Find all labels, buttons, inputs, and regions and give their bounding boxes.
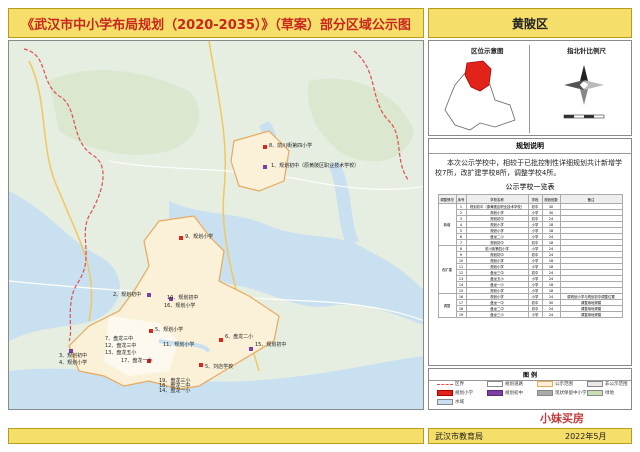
footer-left xyxy=(8,428,424,444)
legend-swatch xyxy=(437,383,453,385)
legend-item: 水域 xyxy=(437,399,464,405)
school-marker xyxy=(149,329,153,333)
map-label-school-4: 4、规划小学 xyxy=(59,360,88,366)
legend-item: 区界 xyxy=(437,381,464,387)
table-cell: 盘龙三小 xyxy=(465,311,529,318)
legend-swatch xyxy=(537,390,553,396)
map-label-school-6: 6、盘龙二小 xyxy=(225,334,254,340)
table-header-cell: 调整情况 xyxy=(437,194,457,204)
title-bar: 《武汉市中小学布局规划（2020-2035）》（草案）部分区域公示图 xyxy=(8,8,424,38)
table-header-cell: 序号 xyxy=(455,194,467,204)
legend-label: 区界 xyxy=(455,382,464,387)
legend-label: 规划初中 xyxy=(505,391,523,396)
legend-item: 规划道路 xyxy=(487,381,523,387)
map-label-school-7: 7、盘龙三中 xyxy=(105,336,134,342)
legend-label: 规划道路 xyxy=(505,382,523,387)
table-body: 新增 1 规划初中（原黄陂区职业技术学校） 初中 30 2 规划小学 小学 30 3 规划初中 初中 2… xyxy=(437,203,623,318)
panel-divider xyxy=(529,45,530,133)
table-header-cell: 学校名称 xyxy=(465,194,529,204)
table-cell: 小学 xyxy=(527,311,543,318)
legend-heading: 图 例 xyxy=(429,369,631,381)
school-marker xyxy=(199,363,203,367)
map-label-school-3: 3、规划初中 xyxy=(59,353,88,359)
school-marker xyxy=(147,293,151,297)
map-label-school-9: 9、规划小学 xyxy=(185,234,214,240)
legend-item: 公示范围 xyxy=(537,381,573,387)
table-cell: 24 xyxy=(541,311,561,318)
district-title-bar: 黄陂区 xyxy=(428,8,632,38)
legend-label: 公示范围 xyxy=(555,382,573,387)
legend-label: 水域 xyxy=(455,400,464,405)
plan-heading: 规划说明 xyxy=(429,141,631,154)
district-name: 黄陂区 xyxy=(511,16,548,31)
district-map: 8、前川街第四小学 1、规划初中（原黄陂区职业技术学校） 9、规划小学 2、规划… xyxy=(8,40,424,410)
footer-right: 武汉市教育局 2022年5月 xyxy=(428,428,632,444)
table-group-cell: 调整 xyxy=(437,293,457,318)
school-marker xyxy=(263,145,267,149)
legend-item: 规划小学 xyxy=(437,390,473,396)
location-map-graphic xyxy=(444,60,516,131)
map-label-school-12: 12、盘龙三中 xyxy=(105,343,137,349)
location-panel: 区位示意图 指北针比例尺 xyxy=(428,40,632,136)
table-header-cell: 学段 xyxy=(527,194,543,204)
legend-swatch xyxy=(487,390,503,396)
map-label-school-10: 10、规划初中 xyxy=(167,295,199,301)
map-label-school-16: 16、规划小学 xyxy=(164,303,196,309)
legend-swatch xyxy=(537,381,553,387)
map-label-school-2: 2、规划初中 xyxy=(113,292,142,298)
school-marker xyxy=(219,338,223,342)
legend-swatch xyxy=(487,381,503,387)
table-title: 公示学校一览表 xyxy=(505,183,555,191)
footer-date: 2022年5月 xyxy=(565,432,607,441)
school-marker xyxy=(263,165,267,169)
table-header-cell: 规划班数 xyxy=(541,194,561,204)
map-label-school-5: 5、规划小学 xyxy=(155,327,184,333)
map-label-school-15: 15、规划初中 xyxy=(255,342,287,348)
legend-panel: 图 例 区界 规划道路 公示范围 非公示范围规划小学 规划初中 现状保留中小学 绿地水域 xyxy=(428,368,632,410)
legend-item: 绿地 xyxy=(587,390,614,396)
legend-swatch xyxy=(587,381,603,387)
map-label-school-20: 5、刘店学校 xyxy=(205,364,234,370)
table-group-cell: 改扩建 xyxy=(437,245,457,294)
table-cell: 调整用地规模 xyxy=(559,311,623,318)
table-row: 19 盘龙三小 小学 24 调整用地规模 xyxy=(438,311,623,318)
map-label-school-13: 13、盘龙五小 xyxy=(105,350,137,356)
legend-swatch xyxy=(437,399,453,405)
school-marker xyxy=(179,236,183,240)
map-label-school-8: 8、前川街第四小学 xyxy=(269,143,313,149)
legend-swatch xyxy=(587,390,603,396)
map-label-school-14: 14、盘龙一小 xyxy=(159,388,191,394)
table-header-cell: 备注 xyxy=(559,194,623,204)
legend-label: 绿地 xyxy=(605,391,614,396)
map-label-school-11: 11、规划小学 xyxy=(163,342,195,348)
legend-item: 规划初中 xyxy=(487,390,523,396)
compass-label: 指北针比例尺 xyxy=(567,47,606,55)
table-group-cell: 新增 xyxy=(437,203,457,246)
legend-item: 非公示范围 xyxy=(587,381,628,387)
table-header-row: 调整情况 序号 学校名称 学段 规划班数 备注 xyxy=(437,194,623,204)
page-title: 《武汉市中小学布局规划（2020-2035）》（草案）部分区域公示图 xyxy=(21,17,411,33)
legend-label: 非公示范围 xyxy=(605,382,628,387)
compass-icon xyxy=(563,65,605,119)
table-cell: 规划初中（原黄陂区职业技术学校） xyxy=(465,203,529,210)
footer-org: 武汉市教育局 xyxy=(435,432,483,441)
legend-item: 现状保留中小学 xyxy=(537,390,587,396)
school-table: 调整情况 序号 学校名称 学段 规划班数 备注 新增 1 规划初中（原黄陂区职业技术学校） 初中… xyxy=(437,194,623,318)
table-cell: 原规划小学与规划初中调整位置 xyxy=(559,293,623,300)
legend-swatch xyxy=(437,390,453,396)
map-label-school-1: 1、规划初中（原黄陂区职业技术学校） xyxy=(271,163,360,169)
table-cell: 19 xyxy=(455,311,467,318)
legend-label: 规划小学 xyxy=(455,391,473,396)
location-map-label: 区位示意图 xyxy=(471,47,504,55)
plan-description: 本次公示学校中，相较于已批控制性详细规划共计新增学校7所，改扩建学校8所，调整学… xyxy=(435,159,622,177)
map-label-school-17: 17、盘龙一小 xyxy=(121,358,153,364)
school-marker xyxy=(249,347,253,351)
legend-label: 现状保留中小学 xyxy=(555,391,587,396)
watermark: 小妹买房 xyxy=(540,412,584,425)
plan-panel: 规划说明 本次公示学校中，相较于已批控制性详细规划共计新增学校7所，改扩建学校8… xyxy=(428,138,632,366)
